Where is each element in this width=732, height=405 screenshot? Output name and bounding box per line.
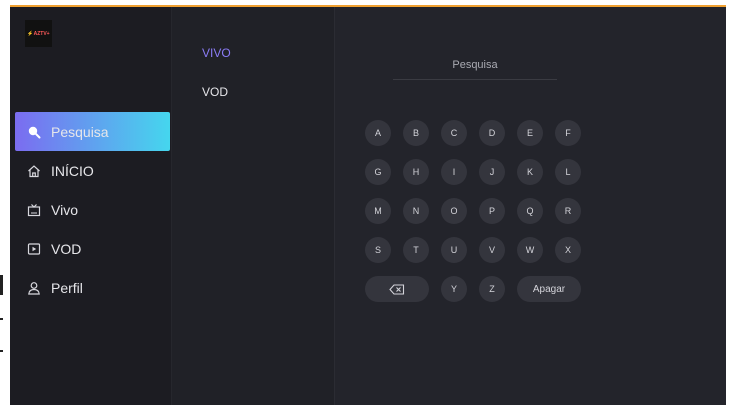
key-p[interactable]: P [479,198,505,224]
tv-icon [27,203,51,217]
sidebar-item-vod[interactable]: VOD [15,229,170,268]
sidebar-item-label: INÍCIO [51,162,94,179]
key-r[interactable]: R [555,198,581,224]
key-k[interactable]: K [517,159,543,185]
key-j[interactable]: J [479,159,505,185]
sidebar-item-label: Pesquisa [51,123,109,140]
key-s[interactable]: S [365,237,391,263]
search-panel: Pesquisa A B C D E F G H I J K L M N O P… [334,7,726,405]
keyboard-row: M N O P Q R [365,198,593,224]
app-window: ⚡AZTV+ Pesquisa INÍCIO Vivo VOD Perfil V… [10,7,726,405]
key-x[interactable]: X [555,237,581,263]
key-e[interactable]: E [517,120,543,146]
sidebar-item-perfil[interactable]: Perfil [15,268,170,307]
category-vod[interactable]: VOD [202,85,228,99]
key-l[interactable]: L [555,159,581,185]
key-a[interactable]: A [365,120,391,146]
backspace-icon [389,283,405,295]
sidebar-item-label: Perfil [51,279,83,296]
keyboard-row: Y Z Apagar [365,276,593,302]
key-f[interactable]: F [555,120,581,146]
keyboard-row: G H I J K L [365,159,593,185]
key-b[interactable]: B [403,120,429,146]
sidebar-item-pesquisa[interactable]: Pesquisa [15,112,170,151]
user-icon [27,281,51,295]
play-icon [27,242,51,256]
key-d[interactable]: D [479,120,505,146]
left-edge-mark [0,318,3,320]
search-icon [27,125,51,139]
key-g[interactable]: G [365,159,391,185]
on-screen-keyboard: A B C D E F G H I J K L M N O P Q R S T … [365,120,593,315]
app-logo: ⚡AZTV+ [25,20,52,47]
sidebar-nav: Pesquisa INÍCIO Vivo VOD Perfil [15,112,170,307]
sidebar-item-vivo[interactable]: Vivo [15,190,170,229]
search-underline [393,79,557,80]
keyboard-row: S T U V W X [365,237,593,263]
search-input[interactable]: Pesquisa [393,59,557,71]
key-u[interactable]: U [441,237,467,263]
category-list: VIVO VOD [171,7,334,405]
key-v[interactable]: V [479,237,505,263]
key-w[interactable]: W [517,237,543,263]
sidebar-item-label: VOD [51,240,82,257]
sidebar: ⚡AZTV+ Pesquisa INÍCIO Vivo VOD Perfil [10,7,171,405]
backspace-key[interactable] [365,276,429,302]
key-o[interactable]: O [441,198,467,224]
home-icon [27,164,51,178]
key-t[interactable]: T [403,237,429,263]
key-m[interactable]: M [365,198,391,224]
key-c[interactable]: C [441,120,467,146]
key-i[interactable]: I [441,159,467,185]
clear-button[interactable]: Apagar [517,276,581,302]
left-edge-mark [0,275,3,295]
key-z[interactable]: Z [479,276,505,302]
keyboard-row: A B C D E F [365,120,593,146]
sidebar-item-inicio[interactable]: INÍCIO [15,151,170,190]
sidebar-item-label: Vivo [51,201,78,218]
key-q[interactable]: Q [517,198,543,224]
key-h[interactable]: H [403,159,429,185]
category-vivo[interactable]: VIVO [202,46,231,60]
key-y[interactable]: Y [441,276,467,302]
left-edge-mark [0,350,3,352]
key-n[interactable]: N [403,198,429,224]
